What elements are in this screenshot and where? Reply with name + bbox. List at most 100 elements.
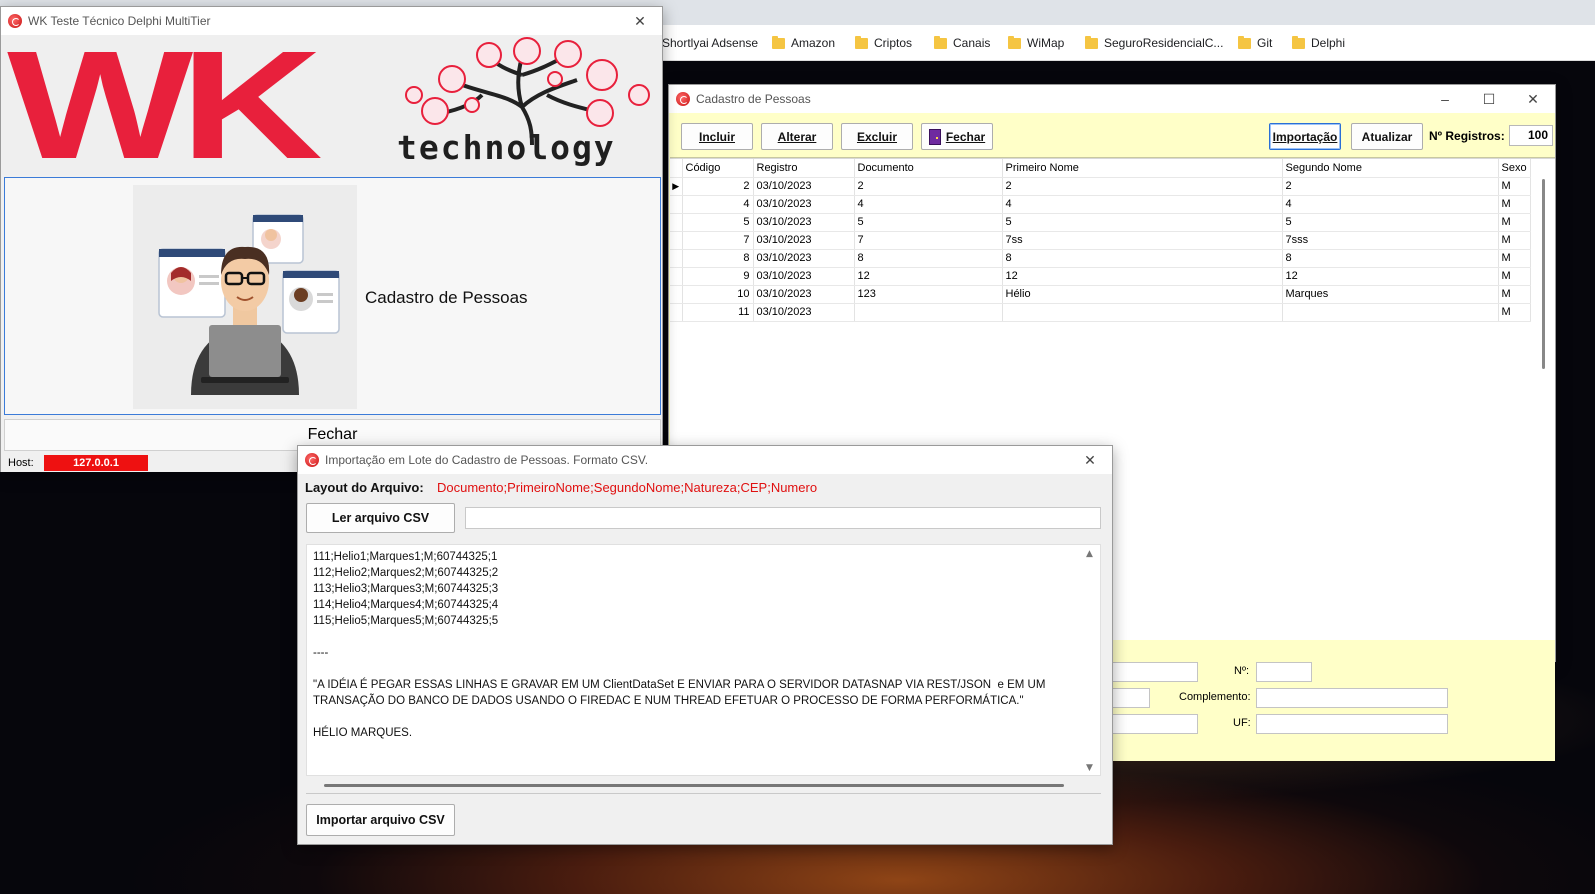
table-cell[interactable]: 4: [854, 195, 1003, 214]
table-cell[interactable]: 03/10/2023: [753, 267, 855, 286]
table-cell[interactable]: M: [1498, 177, 1531, 196]
csv-horizontal-scrollbar[interactable]: [324, 784, 1064, 787]
column-header[interactable]: Sexo: [1498, 159, 1531, 178]
table-row[interactable]: ▶ 2 03/10/2023 2 2 2 M: [670, 177, 1531, 196]
table-cell[interactable]: [1002, 303, 1283, 322]
scroll-up-icon[interactable]: ▲: [1086, 549, 1093, 559]
table-cell[interactable]: 5: [682, 213, 754, 232]
table-cell[interactable]: M: [1498, 195, 1531, 214]
table-cell[interactable]: 7sss: [1282, 231, 1499, 250]
table-cell[interactable]: 2: [1002, 177, 1283, 196]
bookmark-amazon[interactable]: Amazon: [772, 35, 835, 51]
table-row[interactable]: 8 03/10/2023 8 8 8 M: [670, 249, 1531, 268]
close-icon[interactable]: ✕: [1511, 85, 1555, 113]
table-cell[interactable]: 4: [1002, 195, 1283, 214]
importar-csv-button[interactable]: Importar arquivo CSV: [306, 804, 455, 836]
numero-field[interactable]: [1256, 662, 1312, 682]
table-cell[interactable]: Marques: [1282, 285, 1499, 304]
table-row[interactable]: 4 03/10/2023 4 4 4 M: [670, 195, 1531, 214]
host-label: Host:: [8, 457, 34, 469]
table-cell[interactable]: 2: [1282, 177, 1499, 196]
table-cell[interactable]: 2: [854, 177, 1003, 196]
ler-csv-button[interactable]: Ler arquivo CSV: [306, 503, 455, 533]
csv-text-area[interactable]: 111;Helio1;Marques1;M;60744325;1 112;Heli…: [306, 544, 1101, 776]
table-cell[interactable]: 8: [682, 249, 754, 268]
table-cell[interactable]: 123: [854, 285, 1003, 304]
table-cell[interactable]: 5: [1002, 213, 1283, 232]
table-row[interactable]: 7 03/10/2023 7 7ss 7sss M: [670, 231, 1531, 250]
cadastro-tile-button[interactable]: Cadastro de Pessoas: [4, 177, 661, 415]
table-cell[interactable]: M: [1498, 213, 1531, 232]
table-cell[interactable]: 7ss: [1002, 231, 1283, 250]
bookmark-shortlyai[interactable]: Shortlyai Adsense: [662, 35, 758, 51]
table-cell[interactable]: 8: [1282, 249, 1499, 268]
close-icon[interactable]: ✕: [1068, 446, 1112, 474]
table-cell[interactable]: [1282, 303, 1499, 322]
bookmark-canais[interactable]: Canais: [934, 35, 990, 51]
table-cell[interactable]: 03/10/2023: [753, 303, 855, 322]
table-cell[interactable]: 8: [1002, 249, 1283, 268]
row-indicator: [670, 195, 683, 214]
bookmark-wimap[interactable]: WiMap: [1008, 35, 1064, 51]
table-cell[interactable]: 12: [854, 267, 1003, 286]
bookmark-criptos[interactable]: Criptos: [855, 35, 912, 51]
maximize-icon[interactable]: ☐: [1467, 85, 1511, 113]
table-cell[interactable]: 8: [854, 249, 1003, 268]
table-cell[interactable]: 10: [682, 285, 754, 304]
complemento-field[interactable]: [1256, 688, 1448, 708]
minimize-icon[interactable]: –: [1423, 85, 1467, 113]
column-header[interactable]: Primeiro Nome: [1002, 159, 1283, 178]
table-row[interactable]: 10 03/10/2023 123 Hélio Marques M: [670, 285, 1531, 304]
table-cell[interactable]: M: [1498, 249, 1531, 268]
table-cell[interactable]: 5: [854, 213, 1003, 232]
table-cell[interactable]: M: [1498, 303, 1531, 322]
table-row[interactable]: 9 03/10/2023 12 12 12 M: [670, 267, 1531, 286]
incluir-button[interactable]: Incluir: [681, 123, 753, 150]
table-cell[interactable]: 03/10/2023: [753, 195, 855, 214]
grid-vertical-scrollbar[interactable]: [1542, 179, 1545, 369]
table-cell[interactable]: 4: [682, 195, 754, 214]
folder-icon: [855, 35, 868, 49]
close-icon[interactable]: ✕: [618, 7, 662, 35]
table-cell[interactable]: 03/10/2023: [753, 213, 855, 232]
records-input[interactable]: 100: [1509, 125, 1553, 146]
column-header[interactable]: Código: [682, 159, 754, 178]
table-cell[interactable]: 11: [682, 303, 754, 322]
bookmark-delphi[interactable]: Delphi: [1292, 35, 1345, 51]
column-header[interactable]: Registro: [753, 159, 855, 178]
table-cell[interactable]: M: [1498, 267, 1531, 286]
uf-field[interactable]: [1256, 714, 1448, 734]
layout-label: Layout do Arquivo:: [305, 480, 424, 495]
table-cell[interactable]: [854, 303, 1003, 322]
table-cell[interactable]: 4: [1282, 195, 1499, 214]
column-header[interactable]: Documento: [854, 159, 1003, 178]
table-cell[interactable]: 03/10/2023: [753, 231, 855, 250]
column-header[interactable]: Segundo Nome: [1282, 159, 1499, 178]
table-cell[interactable]: 7: [854, 231, 1003, 250]
row-indicator: [670, 303, 683, 322]
bookmark-git[interactable]: Git: [1238, 35, 1272, 51]
table-cell[interactable]: 12: [1282, 267, 1499, 286]
host-value: 127.0.0.1: [44, 455, 148, 471]
table-row[interactable]: 5 03/10/2023 5 5 5 M: [670, 213, 1531, 232]
fechar-button[interactable]: Fechar: [921, 123, 993, 150]
csv-path-input[interactable]: [465, 507, 1101, 529]
table-cell[interactable]: M: [1498, 285, 1531, 304]
table-cell[interactable]: 7: [682, 231, 754, 250]
bookmark-seguro[interactable]: SeguroResidencialC...: [1085, 35, 1223, 51]
table-cell[interactable]: 03/10/2023: [753, 285, 855, 304]
importacao-button[interactable]: Importação: [1269, 123, 1341, 150]
excluir-button[interactable]: Excluir: [841, 123, 913, 150]
table-cell[interactable]: 03/10/2023: [753, 177, 855, 196]
table-cell[interactable]: 03/10/2023: [753, 249, 855, 268]
alterar-button[interactable]: Alterar: [761, 123, 833, 150]
table-cell[interactable]: 5: [1282, 213, 1499, 232]
scroll-down-icon[interactable]: ▼: [1086, 763, 1093, 773]
table-cell[interactable]: Hélio: [1002, 285, 1283, 304]
table-cell[interactable]: 2: [682, 177, 754, 196]
table-row[interactable]: 11 03/10/2023 M: [670, 303, 1531, 322]
table-cell[interactable]: 9: [682, 267, 754, 286]
table-cell[interactable]: 12: [1002, 267, 1283, 286]
atualizar-button[interactable]: Atualizar: [1351, 123, 1423, 150]
table-cell[interactable]: M: [1498, 231, 1531, 250]
